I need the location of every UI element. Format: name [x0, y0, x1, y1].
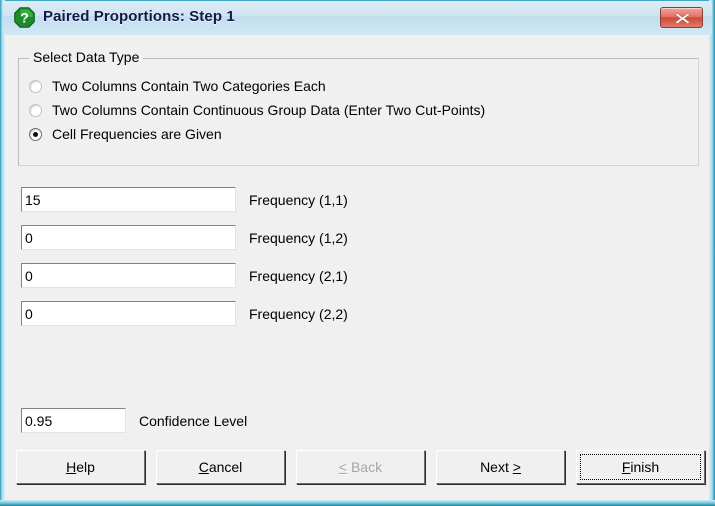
- back-button-label: < Back: [339, 459, 382, 475]
- next-mnemonic: >: [512, 459, 521, 475]
- field-row-frequency-2-2: Frequency (2,2): [21, 301, 348, 326]
- finish-button[interactable]: Finish: [576, 450, 705, 484]
- help-button-label: Help: [66, 459, 95, 475]
- window-border-right: [709, 0, 715, 506]
- close-button[interactable]: [660, 7, 703, 28]
- dialog-window: ? Paired Proportions: Step 1 Select Data…: [0, 0, 715, 506]
- field-row-frequency-1-2: Frequency (1,2): [21, 225, 348, 250]
- field-row-confidence-level: Confidence Level: [21, 408, 247, 433]
- frequency-2-2-label: Frequency (2,2): [249, 305, 348, 322]
- cancel-button-label: Cancel: [199, 459, 243, 475]
- confidence-level-label: Confidence Level: [139, 412, 248, 429]
- frequency-1-2-input[interactable]: [21, 225, 236, 250]
- help-button[interactable]: Help: [16, 450, 145, 484]
- radio-indicator[interactable]: [29, 103, 42, 117]
- next-prefix: Next: [480, 459, 513, 475]
- svg-text:?: ?: [20, 10, 29, 26]
- next-button[interactable]: Next >: [436, 450, 565, 484]
- radio-indicator[interactable]: [29, 79, 42, 93]
- radio-indicator[interactable]: [29, 127, 42, 141]
- cancel-button[interactable]: Cancel: [156, 450, 285, 484]
- close-icon: [675, 12, 690, 25]
- confidence-level-input[interactable]: [21, 408, 126, 433]
- back-suffix: Back: [347, 459, 383, 475]
- next-button-label: Next >: [480, 459, 521, 475]
- frequency-1-2-label: Frequency (1,2): [249, 229, 348, 246]
- help-suffix: elp: [76, 459, 95, 475]
- back-button: < Back: [296, 450, 425, 484]
- radio-label: Cell Frequencies are Given: [52, 126, 222, 142]
- frequency-2-2-input[interactable]: [21, 301, 236, 326]
- groupbox-legend: Select Data Type: [29, 49, 144, 65]
- finish-suffix: inish: [630, 459, 660, 475]
- frequency-2-1-label: Frequency (2,1): [249, 267, 348, 284]
- title-bar[interactable]: ? Paired Proportions: Step 1: [3, 1, 712, 34]
- frequency-1-1-label: Frequency (1,1): [249, 191, 348, 208]
- radio-label: Two Columns Contain Two Categories Each: [52, 78, 326, 94]
- question-mark-icon: ?: [14, 7, 35, 28]
- finish-button-label: Finish: [622, 459, 659, 475]
- radio-two-columns-two-categories[interactable]: Two Columns Contain Two Categories Each: [29, 76, 326, 96]
- cancel-suffix: ancel: [208, 459, 243, 475]
- radio-label: Two Columns Contain Continuous Group Dat…: [52, 102, 486, 118]
- field-row-frequency-1-1: Frequency (1,1): [21, 187, 348, 212]
- frequency-1-1-input[interactable]: [21, 187, 236, 212]
- frequency-2-1-input[interactable]: [21, 263, 236, 288]
- radio-two-columns-continuous[interactable]: Two Columns Contain Continuous Group Dat…: [29, 100, 485, 120]
- field-row-frequency-2-1: Frequency (2,1): [21, 263, 348, 288]
- back-mnemonic: <: [338, 459, 348, 475]
- cancel-mnemonic: C: [198, 459, 209, 475]
- dialog-client-area: Select Data Type Two Columns Contain Two…: [5, 36, 709, 500]
- help-mnemonic: H: [66, 459, 77, 475]
- window-border-bottom: [0, 500, 715, 506]
- radio-cell-frequencies-given[interactable]: Cell Frequencies are Given: [29, 124, 222, 144]
- window-title: Paired Proportions: Step 1: [43, 8, 235, 25]
